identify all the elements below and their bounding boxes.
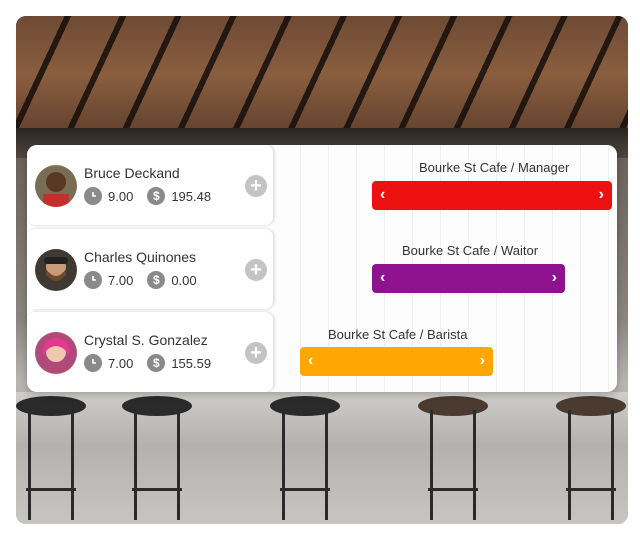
stool [122, 396, 192, 520]
add-shift-button[interactable]: + [245, 259, 267, 281]
clock-icon [84, 271, 102, 289]
pay-value: 0.00 [171, 272, 197, 288]
add-shift-button[interactable]: + [245, 342, 267, 364]
pay-value: 155.59 [171, 355, 212, 371]
employee-row: Bruce Deckand 9.00 $ 195.48 + Bourke St … [27, 145, 617, 225]
chevron-right-icon[interactable]: › [552, 269, 557, 287]
chevron-left-icon[interactable]: ‹ [380, 269, 385, 287]
hours-value: 7.00 [108, 272, 134, 288]
shift-label: Bourke St Cafe / Barista [328, 327, 468, 342]
avatar [35, 165, 77, 207]
hours-value: 7.00 [108, 355, 134, 371]
stool [270, 396, 340, 520]
dollar-icon: $ [147, 271, 166, 289]
stool [556, 396, 626, 520]
shift-bar[interactable]: ‹ › [372, 181, 612, 210]
dollar-icon: $ [147, 354, 166, 372]
stool [16, 396, 86, 520]
chevron-right-icon[interactable]: › [480, 352, 485, 370]
add-shift-button[interactable]: + [245, 175, 267, 197]
employee-meta: 7.00 $ 0.00 [84, 271, 211, 289]
employee-meta: 9.00 $ 195.48 [84, 187, 225, 205]
clock-icon [84, 187, 102, 205]
employee-name: Charles Quinones [84, 249, 197, 265]
chevron-left-icon[interactable]: ‹ [308, 352, 313, 370]
dollar-icon: $ [147, 187, 166, 205]
employee-name: Crystal S. Gonzalez [84, 332, 208, 348]
shift-bar[interactable]: ‹ › [300, 347, 493, 376]
avatar [35, 332, 77, 374]
employee-meta: 7.00 $ 155.59 [84, 354, 225, 372]
shift-bar[interactable]: ‹ › [372, 264, 565, 293]
pay-value: 195.48 [171, 188, 212, 204]
ceiling [16, 16, 628, 146]
chevron-right-icon[interactable]: › [599, 186, 604, 204]
employee-card: Bruce Deckand 9.00 $ 195.48 + [27, 145, 273, 225]
employee-card: Charles Quinones 7.00 $ 0.00 + [27, 229, 273, 309]
hours-value: 9.00 [108, 188, 134, 204]
employee-row: Charles Quinones 7.00 $ 0.00 + Bourke St… [27, 229, 617, 309]
avatar [35, 249, 77, 291]
clock-icon [84, 354, 102, 372]
stool [418, 396, 488, 520]
employee-name: Bruce Deckand [84, 165, 180, 181]
employee-card: Crystal S. Gonzalez 7.00 $ 155.59 + [27, 312, 273, 392]
chevron-left-icon[interactable]: ‹ [380, 186, 385, 204]
shift-label: Bourke St Cafe / Manager [419, 160, 570, 175]
shift-label: Bourke St Cafe / Waitor [402, 243, 539, 258]
roster-panel: Bruce Deckand 9.00 $ 195.48 + Bourke St … [27, 145, 617, 392]
employee-row: Crystal S. Gonzalez 7.00 $ 155.59 + Bour… [27, 312, 617, 392]
